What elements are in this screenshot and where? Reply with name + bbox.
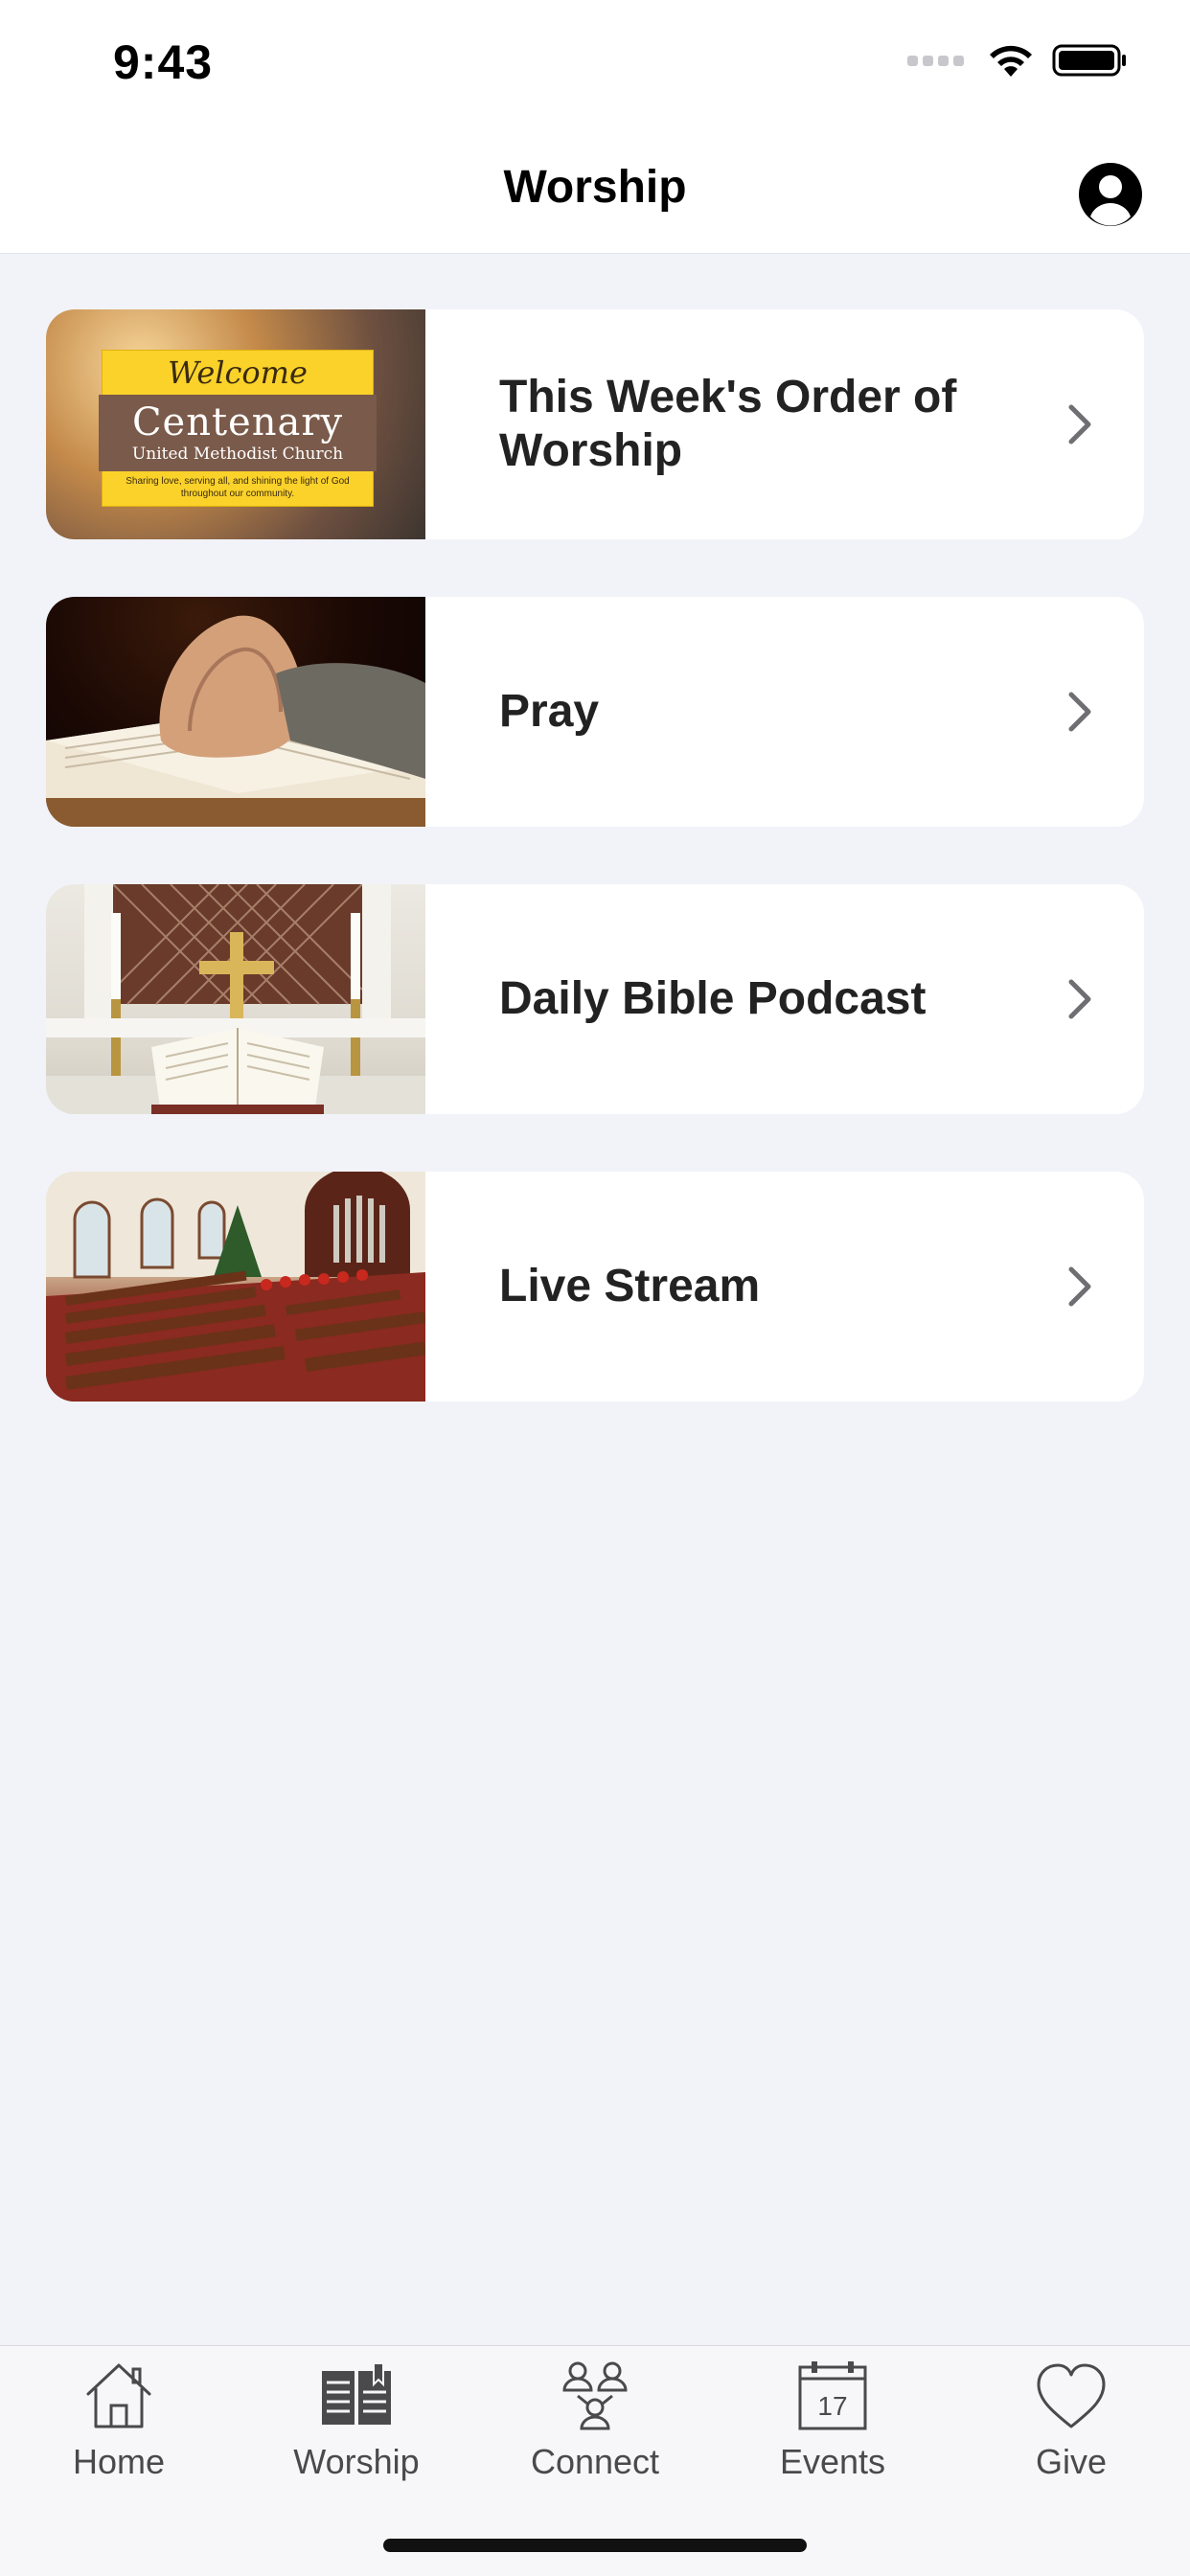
chevron-right-icon: [1068, 1266, 1091, 1307]
list-item-pray[interactable]: Pray: [46, 597, 1144, 827]
worship-list: Welcome Centenary United Methodist Churc…: [46, 309, 1144, 1459]
page-title: Worship: [503, 162, 687, 213]
order-of-worship-thumbnail: Welcome Centenary United Methodist Churc…: [46, 309, 425, 539]
status-indicators: [907, 42, 1129, 79]
tab-give[interactable]: Give: [975, 2358, 1167, 2482]
welcome-sign: Welcome Centenary United Methodist Churc…: [99, 350, 377, 507]
calendar-icon: 17: [798, 2361, 867, 2430]
tab-connect[interactable]: Connect: [499, 2358, 691, 2482]
cellular-signal-icon: [907, 55, 964, 66]
list-item-live-stream[interactable]: Live Stream: [46, 1172, 1144, 1402]
pray-thumbnail: [46, 597, 425, 827]
tab-home[interactable]: Home: [23, 2358, 215, 2482]
tab-home-label: Home: [72, 2442, 166, 2481]
sanctuary-image: [46, 1172, 425, 1402]
tab-events[interactable]: 17 Events: [737, 2358, 928, 2482]
navigation-bar: Worship: [0, 134, 1190, 254]
status-bar: 9:43: [0, 0, 1190, 134]
chevron-right-icon: [1068, 692, 1091, 732]
house-icon: [86, 2363, 151, 2428]
list-item-title: This Week's Order of Worship: [499, 372, 957, 476]
list-item-title: Daily Bible Podcast: [499, 973, 927, 1024]
tab-connect-label: Connect: [530, 2442, 660, 2481]
home-indicator[interactable]: [383, 2539, 807, 2552]
list-item-title: Live Stream: [499, 1261, 761, 1311]
church-subtitle: United Methodist Church: [131, 445, 344, 464]
book-icon: [322, 2362, 391, 2425]
tab-worship-label: Worship: [293, 2442, 420, 2481]
wifi-icon: [990, 45, 1032, 77]
heart-icon: [1037, 2363, 1106, 2428]
battery-icon: [1052, 44, 1126, 77]
welcome-heading: Welcome: [168, 354, 308, 391]
list-item-order-of-worship[interactable]: Welcome Centenary United Methodist Churc…: [46, 309, 1144, 539]
status-time: 9:43: [113, 35, 214, 89]
church-tagline: Sharing love, serving all, and shining t…: [126, 476, 350, 499]
altar-bible-image: [46, 884, 425, 1114]
church-name: Centenary: [131, 400, 344, 445]
people-icon: [562, 2361, 628, 2430]
profile-icon[interactable]: [1077, 161, 1144, 228]
chevron-right-icon: [1068, 979, 1091, 1019]
calendar-day: 17: [817, 2391, 847, 2421]
tab-worship[interactable]: Worship: [261, 2358, 452, 2482]
tab-give-label: Give: [1035, 2442, 1108, 2481]
tab-events-label: Events: [779, 2442, 886, 2481]
daily-bible-podcast-thumbnail: [46, 884, 425, 1114]
list-item-title: Pray: [499, 686, 600, 737]
list-item-daily-bible-podcast[interactable]: Daily Bible Podcast: [46, 884, 1144, 1114]
live-stream-thumbnail: [46, 1172, 425, 1402]
chevron-right-icon: [1068, 404, 1091, 445]
praying-hands-image: [46, 615, 425, 827]
